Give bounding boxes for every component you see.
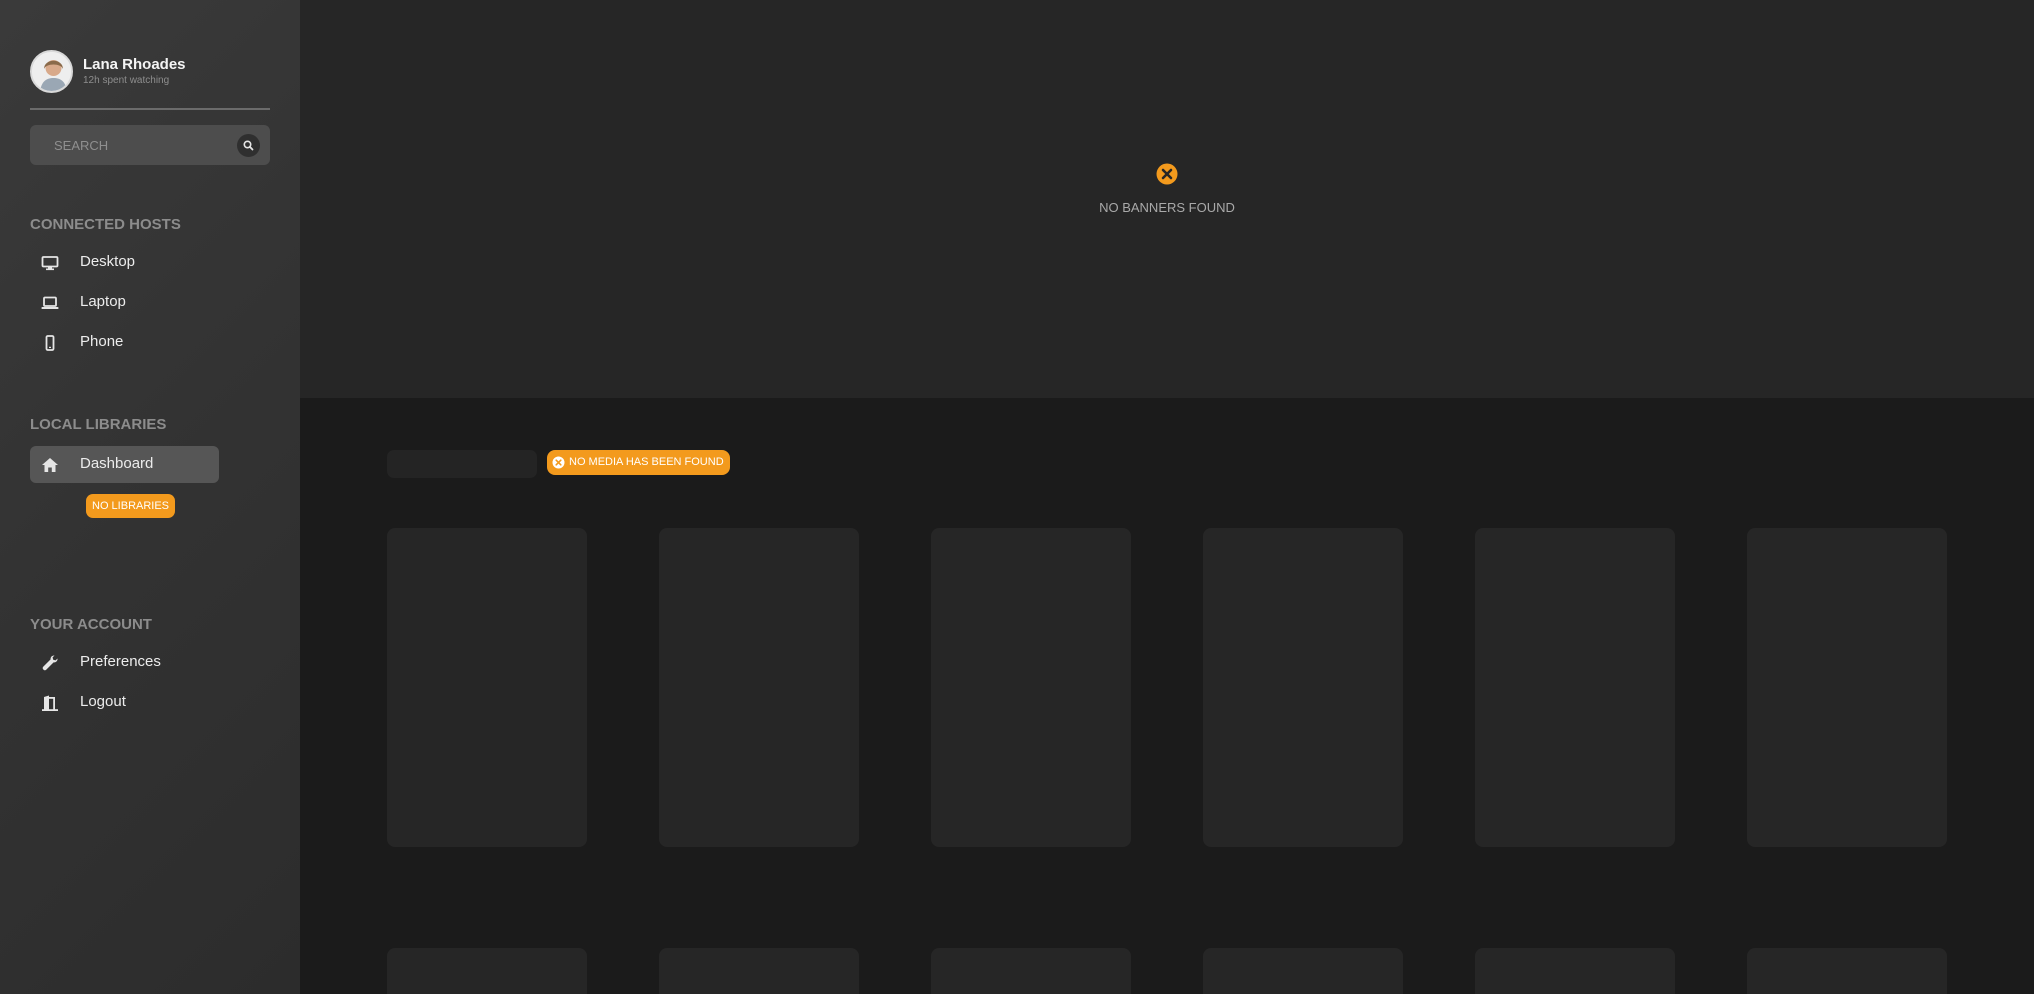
media-card-placeholder <box>931 948 1131 994</box>
user-watch-time: 12h spent watching <box>83 75 170 86</box>
laptop-icon <box>41 296 59 309</box>
user-name: Lana Rhoades <box>83 56 186 73</box>
wrench-icon <box>42 655 58 671</box>
sidebar-item-label: Dashboard <box>80 455 154 472</box>
sidebar-item-label: Laptop <box>80 293 126 310</box>
avatar[interactable] <box>30 50 73 93</box>
media-tab-placeholder <box>387 450 537 478</box>
sidebar-item-preferences[interactable]: Preferences <box>30 644 219 681</box>
close-circle-icon <box>1156 163 1178 185</box>
media-card-placeholder <box>387 528 587 847</box>
no-media-text: NO MEDIA HAS BEEN FOUND <box>569 456 724 468</box>
no-media-badge: NO MEDIA HAS BEEN FOUND <box>547 450 730 475</box>
search-box <box>30 125 270 165</box>
no-libraries-badge: NO LIBRARIES <box>86 494 176 518</box>
media-card-placeholder <box>659 528 859 847</box>
media-card-placeholder <box>1203 948 1403 994</box>
door-exit-icon <box>42 695 58 711</box>
section-title-local-libraries: LOCAL LIBRARIES <box>30 416 167 433</box>
user-profile[interactable]: Lana Rhoades 12h spent watching <box>30 50 270 110</box>
sidebar-item-label: Preferences <box>80 653 161 670</box>
sidebar-item-label: Phone <box>80 333 124 350</box>
section-title-connected-hosts: CONNECTED HOSTS <box>30 216 181 233</box>
desktop-icon <box>41 256 59 271</box>
media-card-placeholder <box>1747 948 1947 994</box>
sidebar-item-laptop[interactable]: Laptop <box>30 284 219 321</box>
media-card-placeholder <box>659 948 859 994</box>
media-card-placeholder <box>1475 528 1675 847</box>
media-card-placeholder <box>1747 528 1947 847</box>
sidebar-item-logout[interactable]: Logout <box>30 684 219 721</box>
no-banners-message: NO BANNERS FOUND <box>1099 200 1235 215</box>
phone-icon <box>45 335 55 351</box>
home-icon <box>42 458 58 472</box>
sidebar: Lana Rhoades 12h spent watching CONNECTE… <box>0 0 300 994</box>
sidebar-item-dashboard[interactable]: Dashboard <box>30 446 219 483</box>
search-input[interactable] <box>30 125 230 165</box>
sidebar-item-label: Desktop <box>80 253 136 270</box>
banner-area: NO BANNERS FOUND <box>300 0 2034 398</box>
media-card-placeholder <box>931 528 1131 847</box>
media-card-placeholder <box>1203 528 1403 847</box>
sidebar-item-label: Logout <box>80 693 126 710</box>
media-card-placeholder <box>387 948 587 994</box>
close-circle-icon <box>552 456 565 469</box>
sidebar-item-desktop[interactable]: Desktop <box>30 244 219 281</box>
sidebar-item-phone[interactable]: Phone <box>30 324 219 361</box>
section-title-your-account: YOUR ACCOUNT <box>30 616 152 633</box>
media-card-placeholder <box>1475 948 1675 994</box>
search-button[interactable] <box>237 134 260 157</box>
search-icon <box>243 140 254 151</box>
